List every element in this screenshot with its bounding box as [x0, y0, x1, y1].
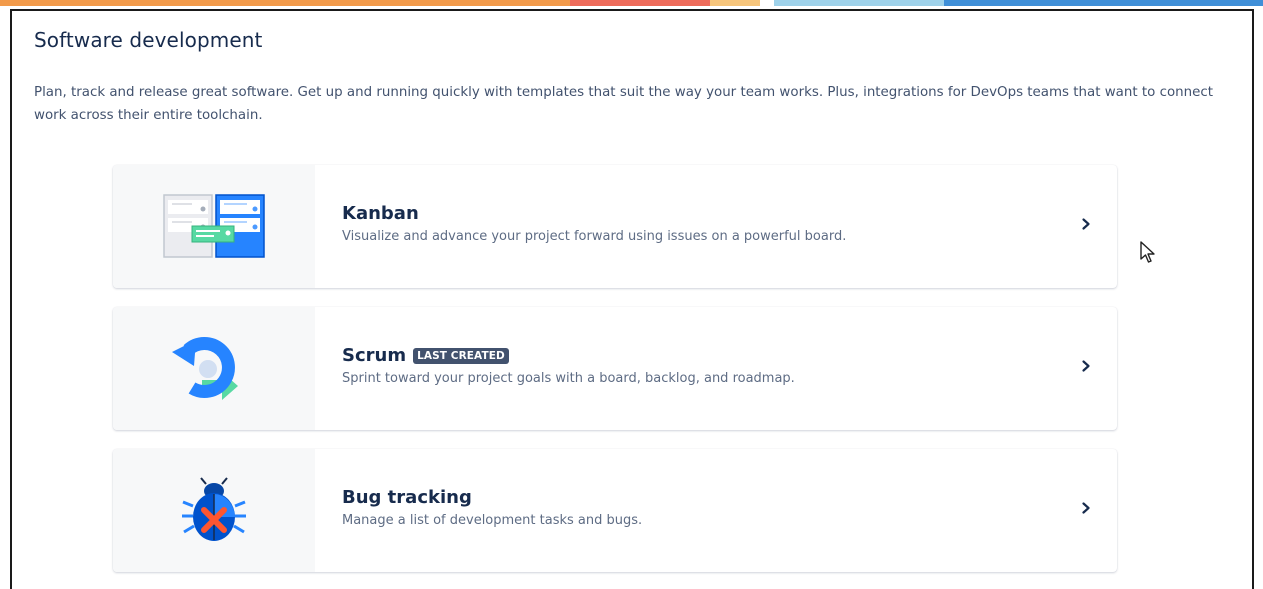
section-description: Plan, track and release great software. …: [34, 85, 1213, 123]
template-name: Bug tracking: [342, 487, 472, 508]
card-body: Kanban Visualize and advance your projec…: [315, 165, 1117, 288]
kanban-illustration: [113, 165, 315, 288]
chevron-right-icon: [1082, 218, 1090, 230]
template-card-scrum[interactable]: Scrum LAST CREATED Sprint toward your pr…: [113, 307, 1117, 430]
section-title: Software development: [34, 28, 263, 52]
scrum-illustration: [113, 307, 315, 430]
chevron-right-icon: [1082, 360, 1090, 372]
chevron-right-icon: [1082, 502, 1090, 514]
template-description: Sprint toward your project goals with a …: [342, 371, 795, 386]
template-name: Scrum: [342, 345, 407, 366]
template-name: Kanban: [342, 203, 419, 224]
card-body: Bug tracking Manage a list of developmen…: [315, 449, 1117, 572]
last-created-badge: LAST CREATED: [413, 347, 509, 364]
template-panel: Software development Plan, track and rel…: [10, 9, 1254, 589]
top-color-strip: [0, 0, 1263, 6]
template-card-bug-tracking[interactable]: Bug tracking Manage a list of developmen…: [113, 449, 1117, 572]
template-description: Visualize and advance your project forwa…: [342, 229, 847, 244]
card-body: Scrum LAST CREATED Sprint toward your pr…: [315, 307, 1117, 430]
template-description: Manage a list of development tasks and b…: [342, 513, 643, 528]
template-card-kanban[interactable]: Kanban Visualize and advance your projec…: [113, 165, 1117, 288]
mouse-pointer-icon: [1140, 241, 1155, 263]
bug-illustration: [113, 449, 315, 572]
